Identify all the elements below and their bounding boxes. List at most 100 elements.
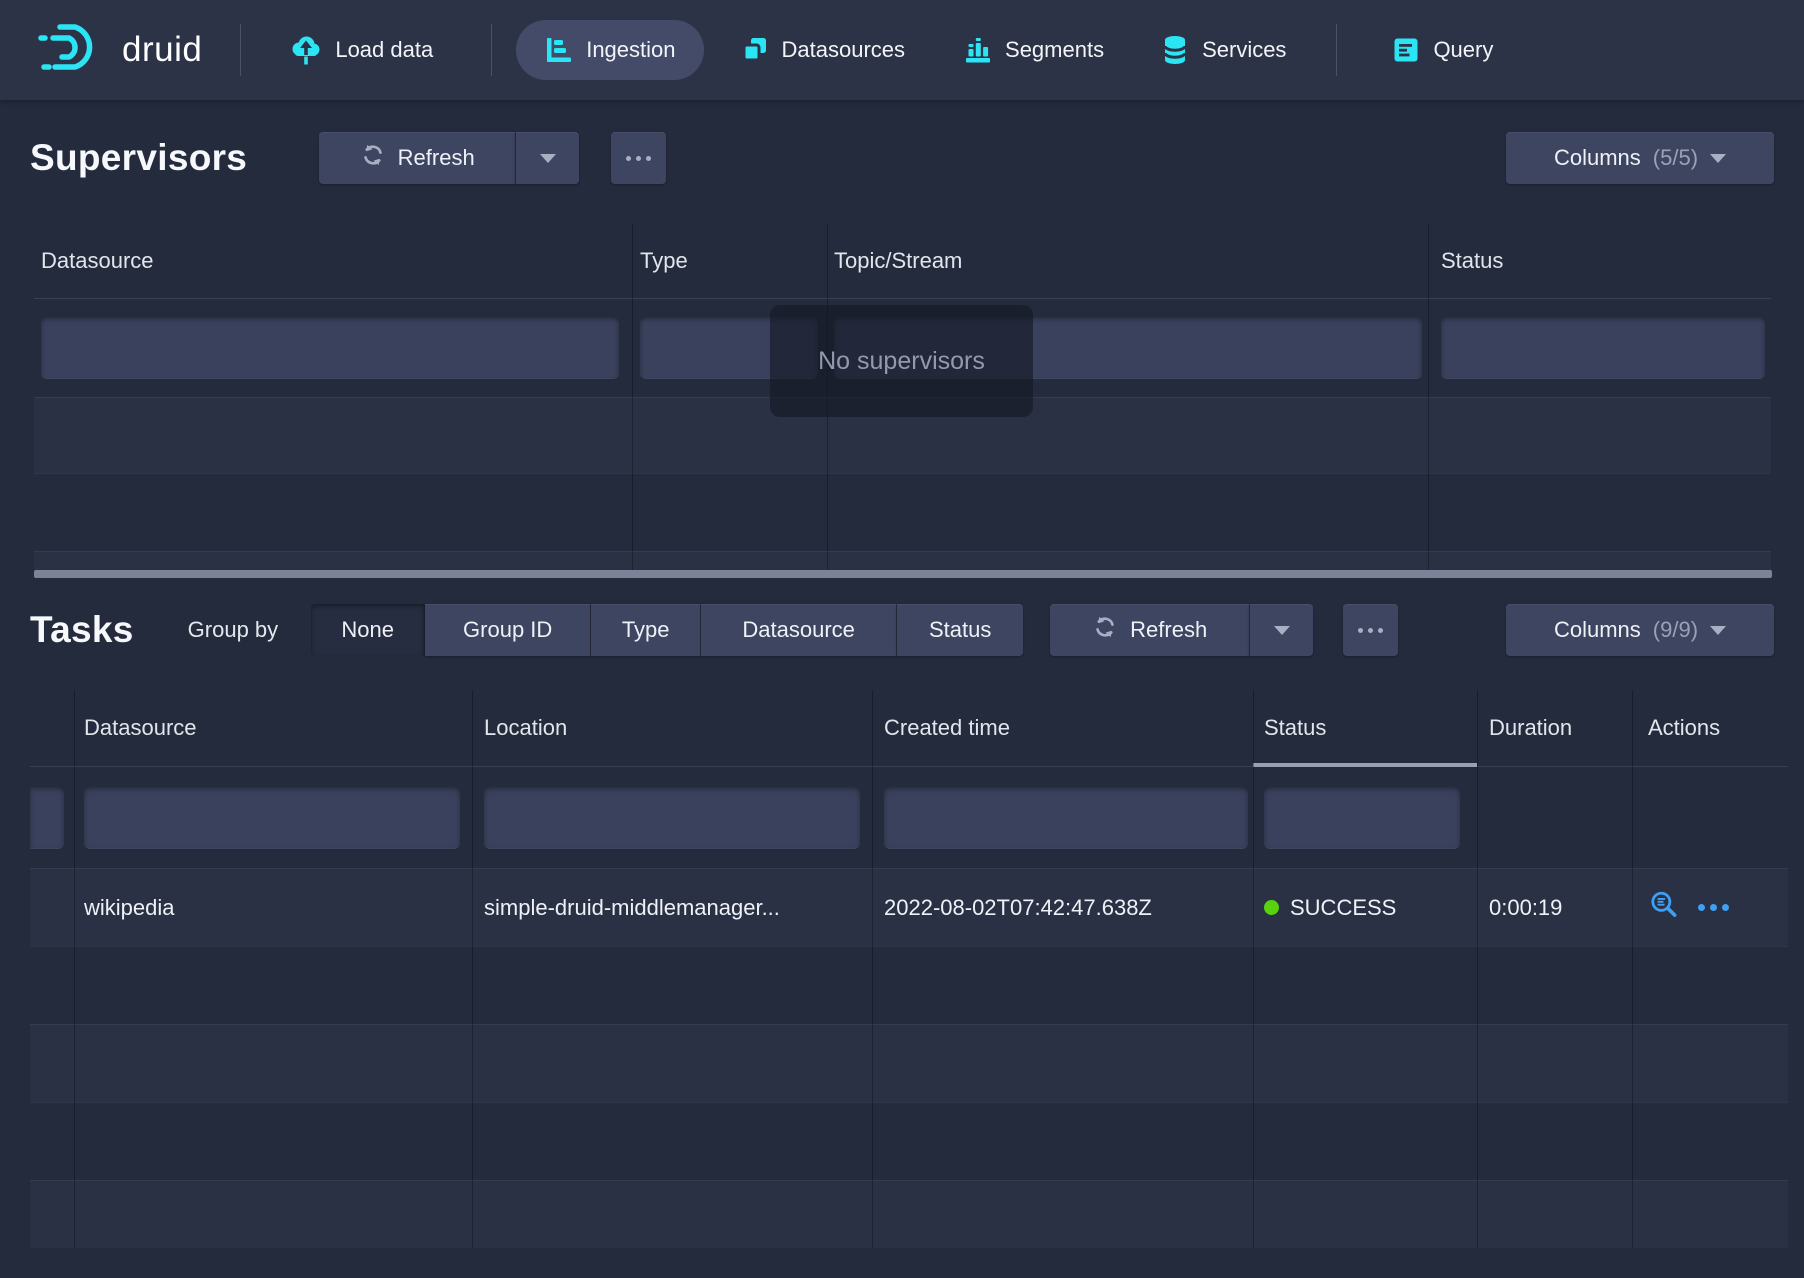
empty-row	[34, 473, 1771, 551]
supervisors-table: Datasource Type Topic/Stream Status No s…	[34, 224, 1771, 570]
columns-count: (5/5)	[1653, 145, 1698, 171]
inspect-magnifier-icon[interactable]	[1648, 889, 1680, 927]
task-status: SUCCESS	[1253, 895, 1477, 921]
task-location: simple-druid-middlemanager...	[472, 895, 872, 921]
empty-row	[34, 551, 1771, 570]
created-time-filter-input[interactable]	[884, 787, 1248, 849]
horizontal-scrollbar[interactable]	[34, 570, 1772, 578]
nav-query[interactable]: Query	[1391, 35, 1493, 65]
nav-segments[interactable]: Segments	[963, 35, 1104, 65]
tasks-table: Datasource Location Created time Status …	[30, 690, 1788, 1248]
column-divider	[1477, 690, 1478, 1248]
column-header-actions[interactable]: Actions	[1632, 715, 1788, 741]
tasks-columns-button[interactable]: Columns (9/9)	[1506, 604, 1774, 656]
ellipsis-icon	[1358, 628, 1363, 633]
column-divider	[74, 690, 75, 1248]
column-header-status[interactable]: Status	[1428, 248, 1771, 274]
task-duration: 0:00:19	[1477, 895, 1632, 921]
nav-label: Segments	[1005, 37, 1104, 63]
group-by-datasource-button[interactable]: Datasource	[701, 604, 897, 656]
nav-divider	[1336, 24, 1337, 76]
column-header-datasource[interactable]: Datasource	[74, 715, 472, 741]
task-id-filter-input[interactable]	[30, 787, 64, 849]
sort-indicator	[1253, 763, 1477, 767]
nav-label: Ingestion	[586, 37, 675, 63]
datasource-filter-input[interactable]	[41, 317, 619, 379]
no-supervisors-message: No supervisors	[770, 305, 1033, 417]
chevron-down-icon	[1710, 154, 1726, 163]
empty-row	[30, 1024, 1788, 1102]
group-by-type-button[interactable]: Type	[591, 604, 701, 656]
datasource-filter-input[interactable]	[84, 787, 460, 849]
refresh-icon	[1092, 614, 1118, 646]
nav-divider	[240, 24, 241, 76]
cloud-upload-icon	[289, 34, 323, 66]
supervisors-refresh-group: Refresh	[319, 132, 579, 184]
success-status-dot	[1264, 900, 1279, 915]
chevron-down-icon	[540, 154, 556, 163]
nav-label: Datasources	[782, 37, 906, 63]
column-header-datasource[interactable]: Datasource	[34, 248, 632, 274]
refresh-label: Refresh	[1130, 617, 1207, 643]
column-header-topic-stream[interactable]: Topic/Stream	[827, 248, 1428, 274]
console-icon	[1391, 35, 1421, 65]
column-header-duration[interactable]: Duration	[1477, 715, 1632, 741]
task-row-wikipedia[interactable]: wikipedia simple-druid-middlemanager... …	[30, 868, 1788, 946]
stacked-layers-icon	[740, 35, 770, 65]
columns-count: (9/9)	[1653, 617, 1698, 643]
nav-services[interactable]: Services	[1160, 34, 1286, 66]
tasks-refresh-group: Refresh	[1050, 604, 1313, 656]
empty-row	[30, 1180, 1788, 1248]
group-by-group-id-button[interactable]: Group ID	[425, 604, 591, 656]
columns-label: Columns	[1554, 617, 1641, 643]
column-header-type[interactable]: Type	[632, 248, 827, 274]
task-created-time: 2022-08-02T07:42:47.638Z	[872, 895, 1253, 921]
group-by-button-group: None Group ID Type Datasource Status	[311, 604, 1023, 656]
druid-logo-icon	[38, 20, 108, 81]
brand[interactable]: druid	[38, 20, 202, 81]
tasks-title: Tasks	[30, 609, 134, 651]
columns-label: Columns	[1554, 145, 1641, 171]
status-filter-input[interactable]	[1441, 317, 1765, 379]
supervisors-more-button[interactable]	[611, 132, 666, 184]
refresh-icon	[360, 142, 386, 174]
tasks-more-button[interactable]	[1343, 604, 1398, 656]
ellipsis-icon	[626, 156, 631, 161]
navbar: druid Load data Ingestion	[0, 0, 1804, 100]
group-by-status-button[interactable]: Status	[897, 604, 1023, 656]
nav-ingestion-active-tab[interactable]: Ingestion	[516, 20, 703, 80]
column-divider	[872, 690, 873, 1248]
column-header-location[interactable]: Location	[472, 715, 872, 741]
tasks-filter-row	[30, 767, 1788, 868]
column-header-created-time[interactable]: Created time	[872, 715, 1253, 741]
nav-load-data[interactable]: Load data	[289, 34, 433, 66]
nav-divider	[491, 24, 492, 76]
gantt-chart-icon	[544, 35, 574, 65]
bar-chart-icon	[963, 35, 993, 65]
task-datasource: wikipedia	[74, 895, 472, 921]
column-divider	[1253, 690, 1254, 1248]
column-header-status[interactable]: Status	[1253, 715, 1477, 741]
supervisors-refresh-button[interactable]: Refresh	[319, 132, 515, 184]
supervisors-title: Supervisors	[30, 137, 247, 179]
column-divider	[1632, 690, 1633, 1248]
tasks-refresh-caret-button[interactable]	[1249, 604, 1313, 656]
supervisors-columns-button[interactable]: Columns (5/5)	[1506, 132, 1774, 184]
supervisors-refresh-caret-button[interactable]	[515, 132, 579, 184]
nav-datasources[interactable]: Datasources	[740, 35, 906, 65]
location-filter-input[interactable]	[484, 787, 860, 849]
nav-label: Query	[1433, 37, 1493, 63]
column-divider	[472, 690, 473, 1248]
group-by-none-button[interactable]: None	[311, 604, 425, 656]
supervisors-table-header: Datasource Type Topic/Stream Status	[34, 224, 1771, 299]
tasks-refresh-button[interactable]: Refresh	[1050, 604, 1249, 656]
row-more-actions-icon[interactable]	[1698, 904, 1729, 911]
task-actions	[1632, 889, 1788, 927]
empty-row	[30, 1102, 1788, 1180]
chevron-down-icon	[1274, 626, 1290, 635]
refresh-label: Refresh	[398, 145, 475, 171]
nav-label: Load data	[335, 37, 433, 63]
group-by-label: Group by	[188, 617, 279, 643]
status-filter-input[interactable]	[1264, 787, 1460, 849]
nav-label: Services	[1202, 37, 1286, 63]
